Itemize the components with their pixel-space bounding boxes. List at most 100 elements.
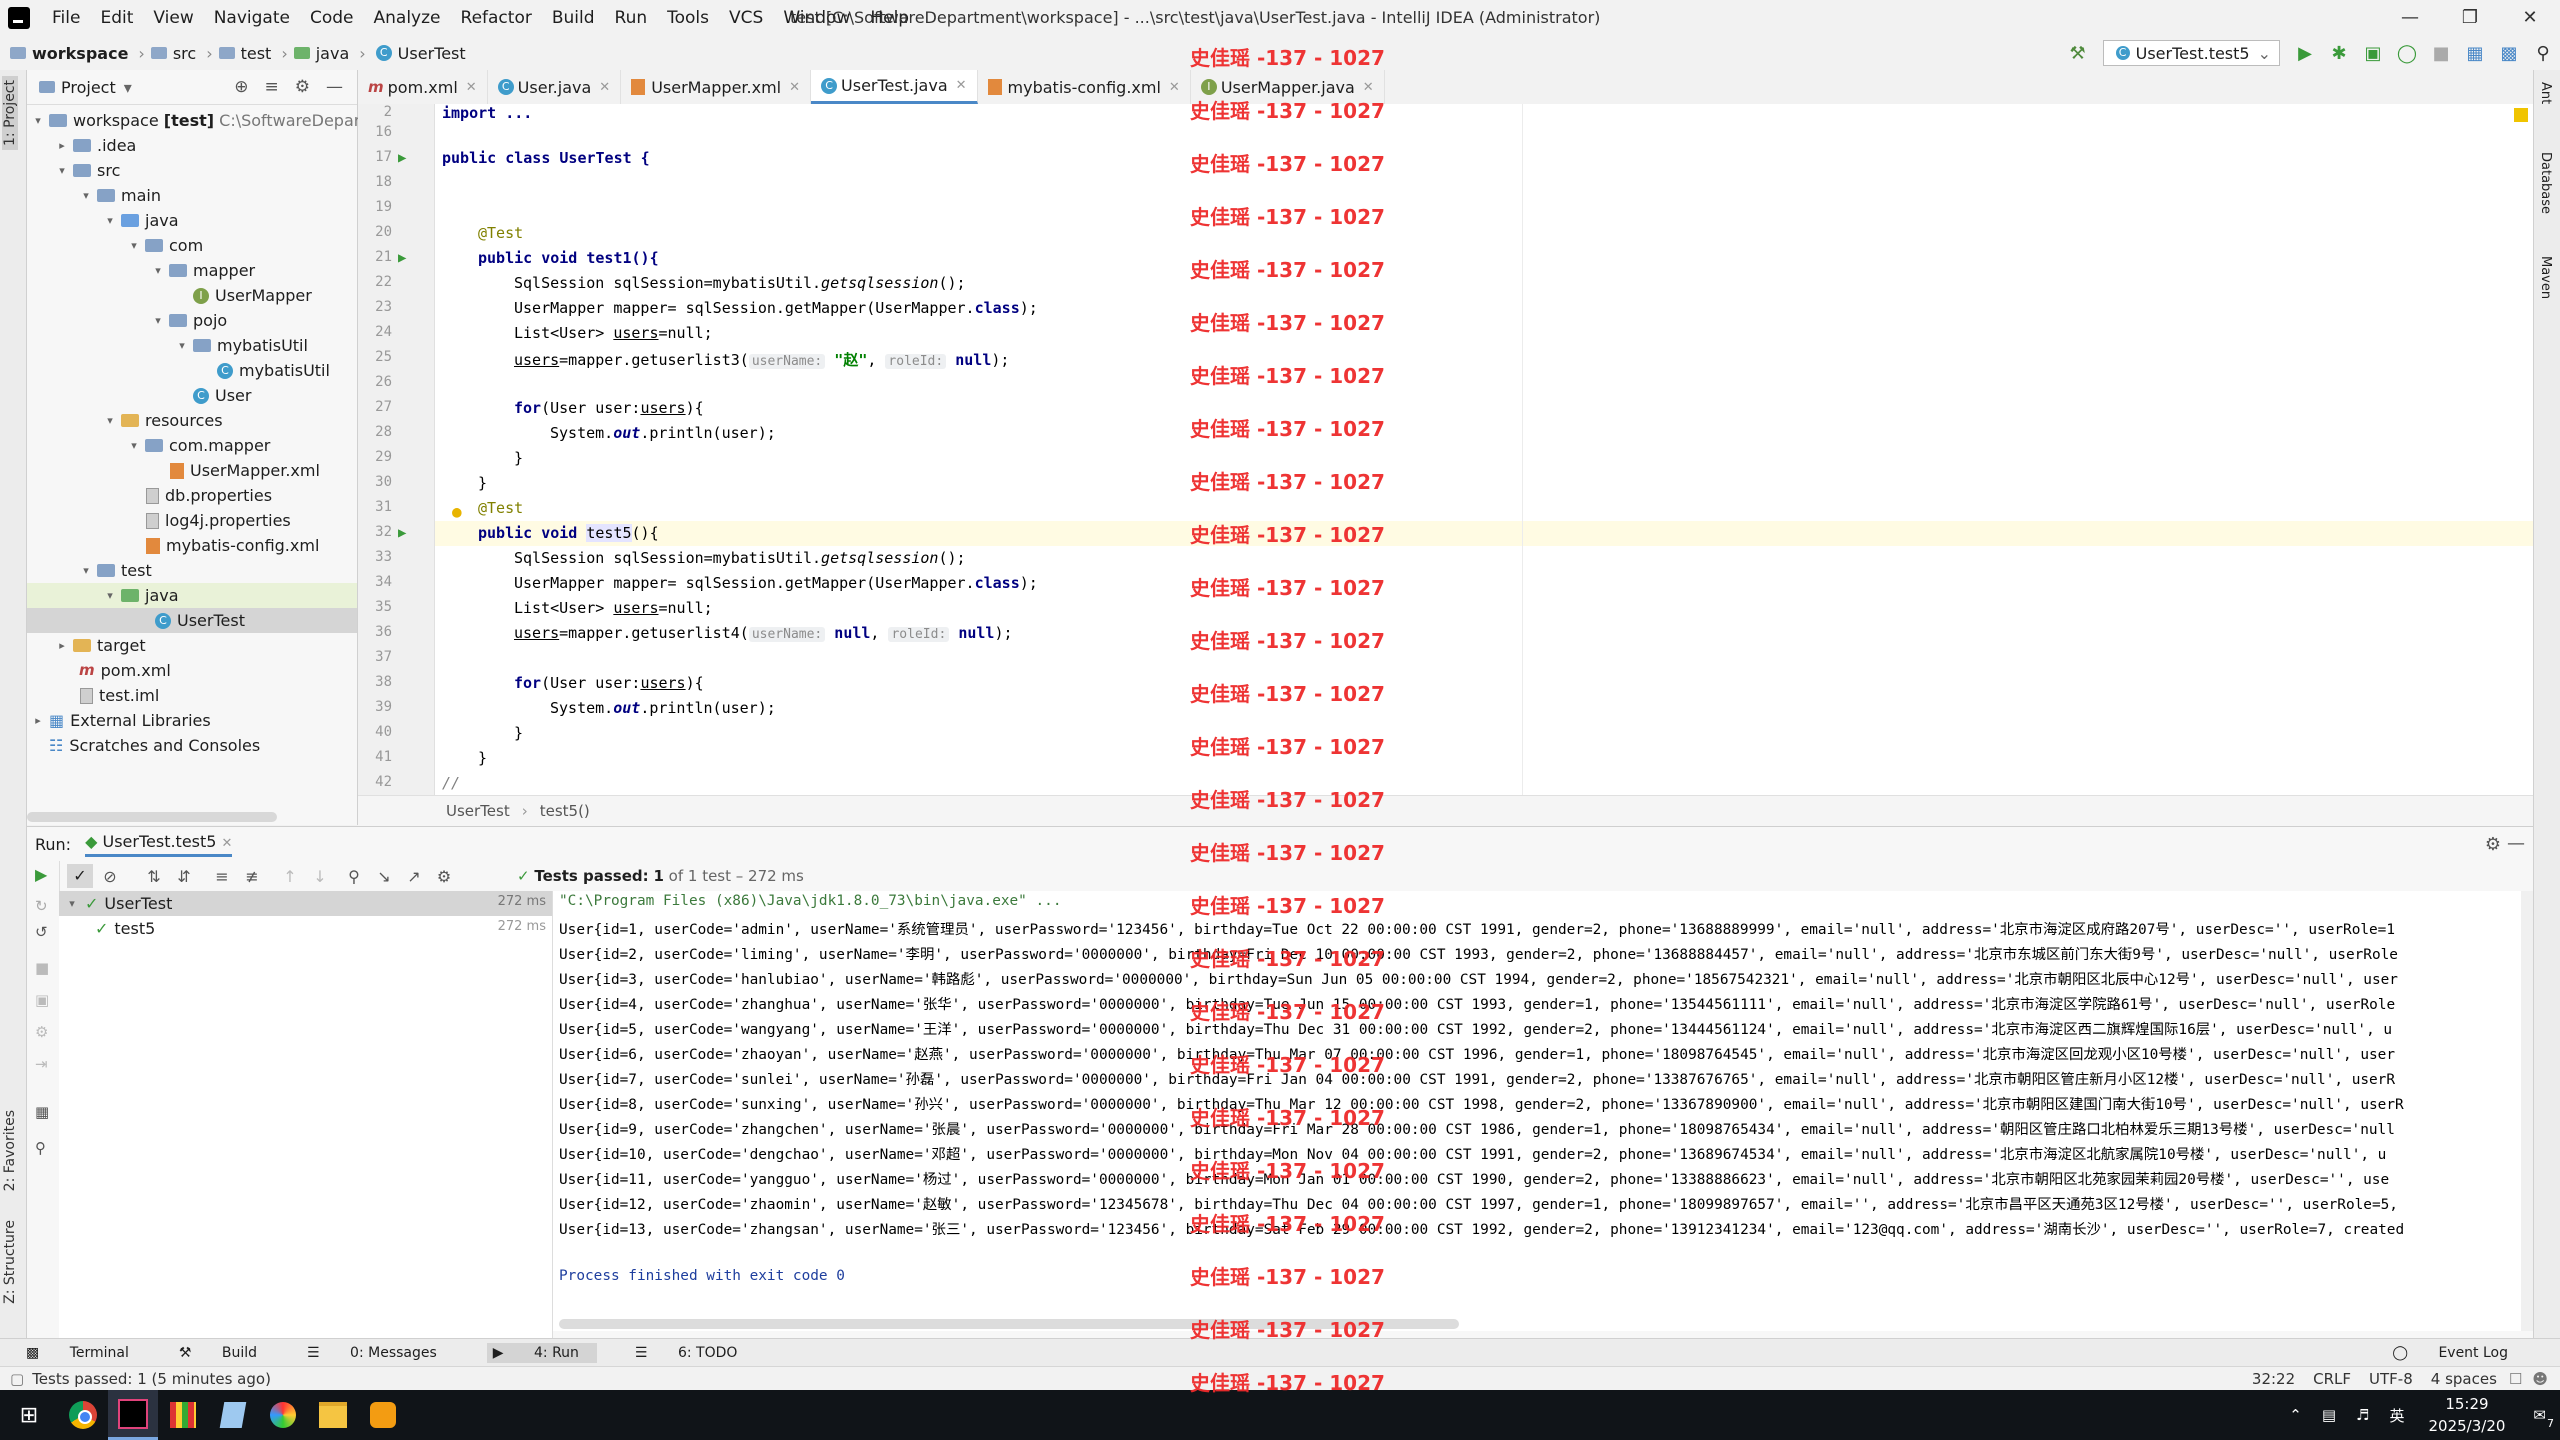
test-case-test5[interactable]: ✓ test5: [89, 916, 155, 941]
menu-view[interactable]: View: [143, 0, 203, 36]
event-log-tab[interactable]: ◯ Event Log: [2392, 1345, 2520, 1361]
tab-user-java[interactable]: C User.java ✕: [488, 70, 622, 104]
tab-usertest-java[interactable]: C UserTest.java ✕: [811, 70, 978, 104]
show-ignored-icon[interactable]: ⊘: [97, 867, 123, 886]
tree-item-mapper[interactable]: ▾ mapper: [151, 258, 255, 283]
menu-tools[interactable]: Tools: [657, 0, 719, 36]
menu-run[interactable]: Run: [605, 0, 658, 36]
indent-setting[interactable]: 4 spaces: [2431, 1370, 2497, 1388]
menu-file[interactable]: File: [42, 0, 90, 36]
tree-item-mybatis-config[interactable]: mybatis-config.xml: [127, 533, 319, 558]
tree-item-idea[interactable]: ▸ .idea: [55, 133, 136, 158]
next-failed-icon[interactable]: ↓: [307, 867, 333, 886]
orange-app-icon[interactable]: [358, 1390, 408, 1440]
tab-mybatis-config-xml[interactable]: mybatis-config.xml ✕: [978, 70, 1191, 104]
inspector-icon[interactable]: ☻: [2532, 1370, 2548, 1388]
app-grid-icon[interactable]: [158, 1390, 208, 1440]
ant-tool-button[interactable]: Ant: [2538, 82, 2553, 104]
run-gutter-icon[interactable]: ▶: [398, 150, 406, 166]
tree-item-user[interactable]: C User: [175, 383, 251, 408]
tree-item-main[interactable]: ▾ main: [79, 183, 161, 208]
expand-all-icon[interactable]: ≡: [209, 867, 235, 886]
todo-tab[interactable]: ☰ 6: TODO: [635, 1345, 749, 1361]
tab-usermapper-xml[interactable]: UserMapper.xml ✕: [621, 70, 812, 104]
previous-failed-icon[interactable]: ↑: [277, 867, 303, 886]
sdk-icon[interactable]: ▩: [2496, 40, 2522, 66]
breadcrumb-workspace[interactable]: workspace ›: [10, 44, 145, 63]
rerun-icon[interactable]: ▶: [35, 865, 47, 884]
breadcrumb-java[interactable]: java ›: [293, 44, 366, 63]
project-tool-button[interactable]: 1: Project: [2, 76, 18, 150]
rerun-failed-icon[interactable]: ↻: [35, 897, 48, 915]
terminal-tab[interactable]: ▩ Terminal: [26, 1345, 141, 1361]
breadcrumb-src[interactable]: src ›: [150, 44, 213, 63]
line-separator[interactable]: CRLF: [2313, 1370, 2351, 1388]
close-tab-icon[interactable]: ✕: [599, 80, 610, 95]
pin-icon[interactable]: ⚲: [35, 1139, 46, 1157]
layout-icon[interactable]: ▦: [35, 1103, 49, 1121]
restore-icon[interactable]: ❐: [2440, 0, 2500, 36]
close-tab-icon[interactable]: ✕: [789, 80, 800, 95]
input-method-indicator[interactable]: 英: [2389, 1405, 2404, 1426]
breadcrumb-usertest[interactable]: C UserTest: [372, 44, 466, 63]
horizontal-scrollbar[interactable]: [27, 812, 277, 822]
windows-start-icon[interactable]: ⊞: [0, 1390, 58, 1440]
chevron-down-icon[interactable]: ▾: [124, 78, 132, 97]
tree-item-scratches[interactable]: ☷ Scratches and Consoles: [45, 733, 260, 758]
project-structure-icon[interactable]: ▦: [2462, 40, 2488, 66]
hide-panel-icon[interactable]: —: [326, 77, 343, 97]
run-configuration-select[interactable]: C UserTest.test5 ⌄: [2102, 40, 2280, 66]
volume-icon[interactable]: ♬: [2356, 1406, 2369, 1424]
messages-tab[interactable]: ☰ 0: Messages: [307, 1345, 449, 1361]
collapse-all-icon[interactable]: ≢: [239, 867, 265, 886]
search-icon[interactable]: ⚲: [2530, 40, 2556, 66]
tree-item-resources[interactable]: ▾ resources: [103, 408, 222, 433]
status-message[interactable]: Tests passed: 1 (5 minutes ago): [32, 1370, 271, 1388]
profile-icon[interactable]: ◯: [2394, 40, 2420, 66]
hide-panel-icon[interactable]: —: [2507, 833, 2525, 854]
console-scrollbar[interactable]: [2521, 891, 2533, 1331]
sort-duration-icon[interactable]: ⇵: [171, 867, 197, 886]
close-tab-icon[interactable]: ✕: [956, 78, 967, 93]
exit-icon[interactable]: ⇥: [35, 1055, 48, 1073]
gear-icon[interactable]: ⚙: [2485, 834, 2501, 855]
close-tab-icon[interactable]: ✕: [222, 836, 233, 851]
colorful-app-icon[interactable]: [258, 1390, 308, 1440]
export-tests-icon[interactable]: ↗: [401, 867, 427, 886]
notepad-icon[interactable]: [208, 1390, 258, 1440]
test-suite-usertest[interactable]: ▾ ✓ UserTest: [65, 891, 172, 916]
tree-item-usertest[interactable]: C UserTest: [151, 608, 245, 633]
intellij-taskbar-icon[interactable]: [108, 1390, 158, 1440]
toggle-autotest-icon[interactable]: ↺: [35, 923, 48, 941]
editor-crumb-class[interactable]: UserTest: [446, 802, 510, 820]
close-icon[interactable]: ✕: [2500, 0, 2560, 36]
tree-item-pom-xml[interactable]: m pom.xml: [75, 658, 171, 683]
tree-item-src[interactable]: ▾ src: [55, 158, 120, 183]
project-view-select[interactable]: Project: [61, 78, 116, 97]
menu-analyze[interactable]: Analyze: [364, 0, 451, 36]
tree-item-mybatisutil-class[interactable]: CmybatisUtil: [199, 358, 330, 383]
structure-tool-button[interactable]: Z: Structure: [2, 1220, 18, 1304]
menu-vcs[interactable]: VCS: [719, 0, 773, 36]
chevron-up-icon[interactable]: ⌃: [2289, 1406, 2302, 1424]
run-gutter-icon[interactable]: ▶: [398, 250, 406, 266]
build-hammer-icon[interactable]: ⚒: [2065, 40, 2091, 66]
file-encoding[interactable]: UTF-8: [2369, 1370, 2413, 1388]
chrome-icon[interactable]: [58, 1390, 108, 1440]
locate-icon[interactable]: ⊕: [234, 77, 248, 97]
close-tab-icon[interactable]: ✕: [1363, 80, 1374, 95]
maven-tool-button[interactable]: Maven: [2538, 256, 2553, 299]
tree-item-main-java[interactable]: ▾ java: [103, 208, 178, 233]
code-editor[interactable]: 2 16 17 18 19 20 21 22 23 24 25 26 27 28…: [358, 104, 2533, 795]
tree-item-com[interactable]: ▾ com: [127, 233, 203, 258]
show-passed-icon[interactable]: ✓: [67, 864, 93, 888]
network-icon[interactable]: ▤: [2322, 1406, 2336, 1424]
warning-marker-icon[interactable]: [2514, 108, 2528, 122]
file-explorer-icon[interactable]: [308, 1390, 358, 1440]
coverage-icon[interactable]: ▣: [2360, 40, 2386, 66]
sort-alpha-icon[interactable]: ⇅: [141, 867, 167, 886]
tree-item-pojo[interactable]: ▾ pojo: [151, 308, 227, 333]
tree-item-usermapper-xml[interactable]: UserMapper.xml: [151, 458, 320, 483]
menu-refactor[interactable]: Refactor: [451, 0, 542, 36]
favorites-tool-button[interactable]: 2: Favorites: [2, 1110, 18, 1191]
